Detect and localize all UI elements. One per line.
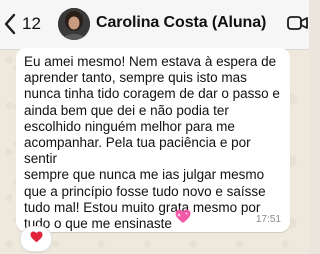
message-text: Eu amei mesmo! Nem estava à espera de ap… — [24, 54, 280, 232]
back-button[interactable]: 12 — [4, 8, 41, 40]
message-bubble[interactable]: Eu amei mesmo! Nem estava à espera de ap… — [16, 48, 290, 232]
message-timestamp: 17:51 — [255, 214, 281, 225]
chat-header: 12 Carolina Costa (Aluna) — [0, 0, 309, 50]
unread-count: 12 — [22, 14, 41, 33]
avatar[interactable] — [58, 8, 90, 40]
chevron-left-icon — [4, 13, 16, 35]
contact-name[interactable]: Carolina Costa (Aluna) — [96, 14, 266, 32]
sparkling-heart-icon — [175, 209, 191, 229]
red-heart-icon — [30, 230, 43, 248]
video-camera-icon — [287, 16, 309, 35]
reaction-badge[interactable] — [20, 226, 52, 252]
video-call-button[interactable] — [287, 15, 309, 36]
